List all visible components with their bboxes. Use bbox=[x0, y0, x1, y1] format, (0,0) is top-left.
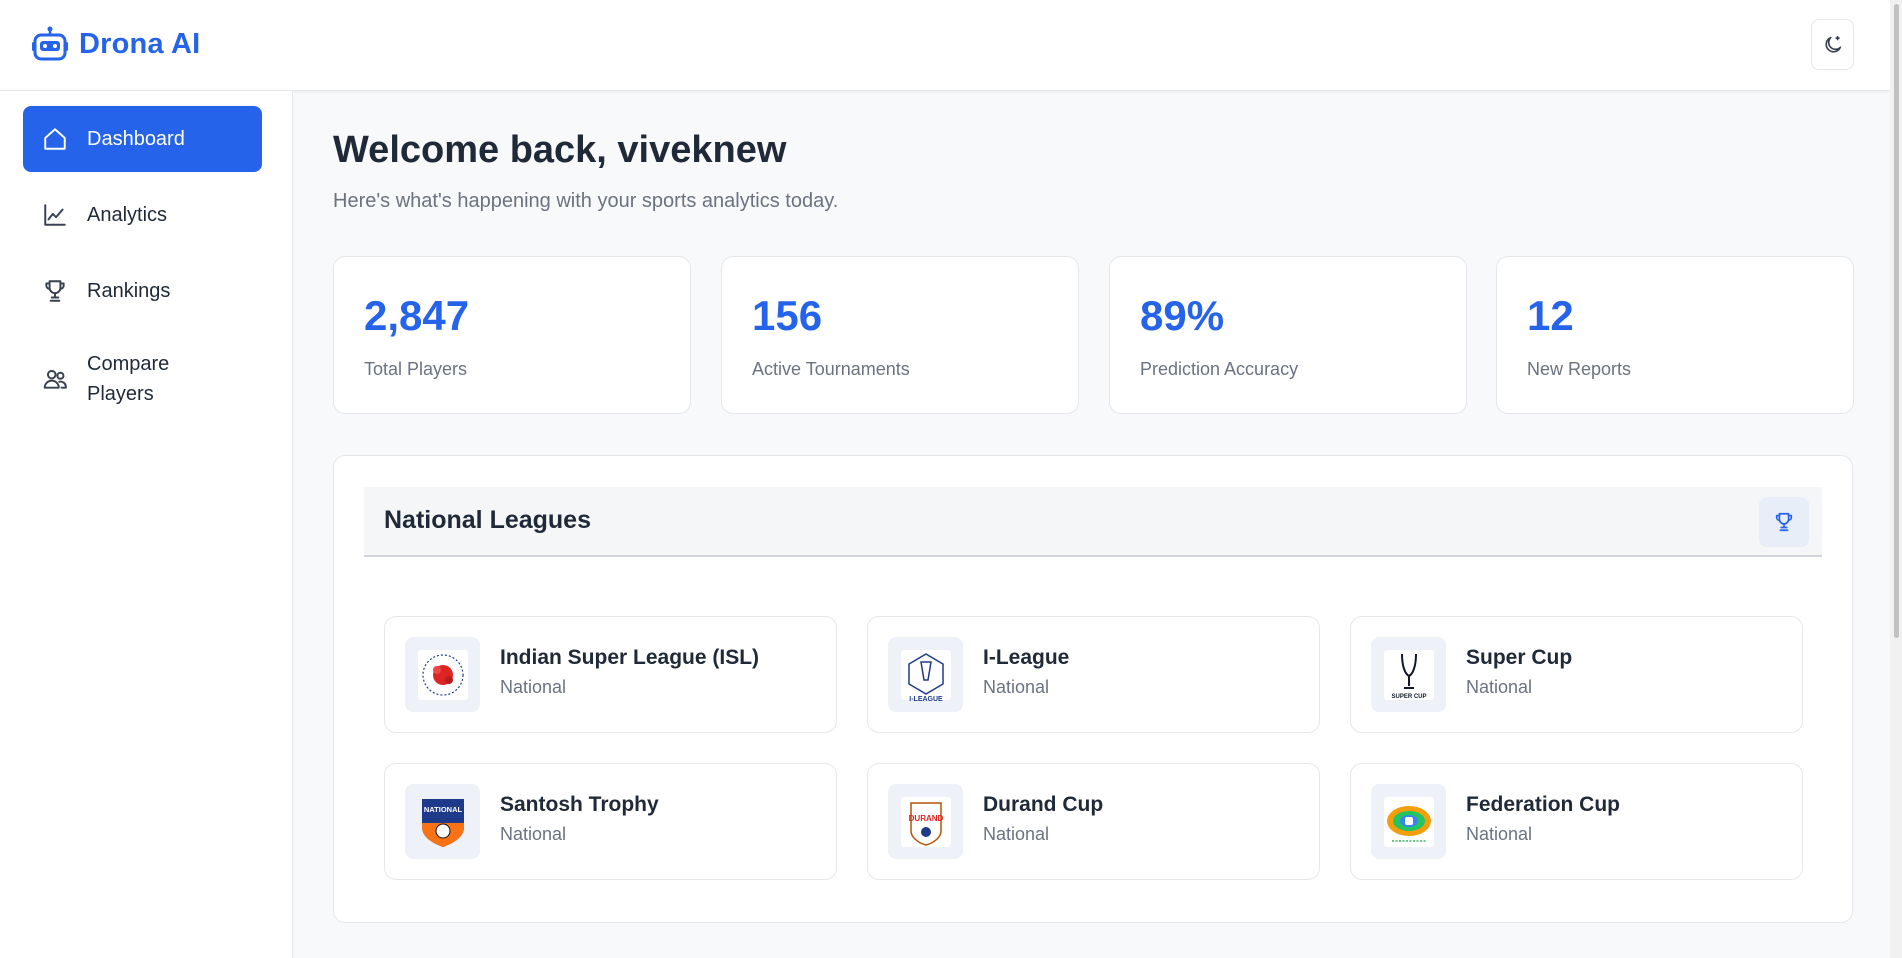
league-name: Federation Cup bbox=[1466, 793, 1621, 816]
brand[interactable]: Drona AI bbox=[31, 25, 200, 63]
sidebar-item-label: Dashboard bbox=[87, 128, 185, 150]
super-cup-logo: SUPER CUP bbox=[1371, 637, 1446, 712]
page-title: Welcome back, viveknew bbox=[333, 129, 787, 171]
svg-text:I-LEAGUE: I-LEAGUE bbox=[909, 696, 943, 703]
sidebar-item-rankings[interactable]: Rankings bbox=[23, 258, 262, 324]
league-type: National bbox=[1466, 824, 1533, 844]
league-type: National bbox=[1466, 677, 1533, 697]
federation-cup-logo bbox=[1371, 784, 1446, 859]
page-subtitle: Here's what's happening with your sports… bbox=[333, 190, 839, 212]
line-chart-icon bbox=[44, 204, 66, 226]
sidebar-item-compare-players[interactable]: Compare Players bbox=[23, 334, 262, 424]
theme-toggle-button[interactable] bbox=[1811, 19, 1854, 70]
sidebar-item-label: Analytics bbox=[87, 204, 168, 226]
league-name: Santosh Trophy bbox=[500, 793, 659, 816]
stat-card-new-reports: 12 New Reports bbox=[1496, 256, 1854, 414]
league-name: I-League bbox=[983, 646, 1070, 669]
panel-header: National Leagues bbox=[364, 487, 1822, 557]
i-league-logo: I-LEAGUE bbox=[888, 637, 963, 712]
main-content: Welcome back, viveknew Here's what's hap… bbox=[293, 91, 1890, 958]
stat-label: Active Tournaments bbox=[752, 359, 910, 379]
league-card-federation-cup[interactable]: Federation Cup National bbox=[1350, 763, 1803, 880]
league-card-durand-cup[interactable]: DURAND Durand Cup National bbox=[867, 763, 1320, 880]
league-card-i-league[interactable]: I-LEAGUE I-League National bbox=[867, 616, 1320, 733]
durand-cup-logo: DURAND bbox=[888, 784, 963, 859]
league-card-santosh-trophy[interactable]: NATIONAL Santosh Trophy National bbox=[384, 763, 837, 880]
svg-text:DURAND: DURAND bbox=[908, 814, 943, 823]
robot-icon bbox=[32, 26, 68, 61]
sidebar-item-analytics[interactable]: Analytics bbox=[23, 182, 262, 248]
stat-value: 89% bbox=[1140, 292, 1225, 339]
isl-logo bbox=[405, 637, 480, 712]
sidebar-item-label: Rankings bbox=[87, 280, 171, 302]
league-type: National bbox=[500, 824, 567, 844]
users-icon bbox=[43, 369, 67, 389]
league-card-super-cup[interactable]: SUPER CUP Super Cup National bbox=[1350, 616, 1803, 733]
sidebar-item-dashboard[interactable]: Dashboard bbox=[23, 106, 262, 172]
league-name: Super Cup bbox=[1466, 646, 1573, 669]
brand-name: Drona AI bbox=[79, 27, 201, 60]
stat-label: Prediction Accuracy bbox=[1140, 359, 1299, 379]
national-leagues-panel: National Leagues Indian Super League (IS… bbox=[333, 455, 1853, 923]
league-card-isl[interactable]: Indian Super League (ISL) National bbox=[384, 616, 837, 733]
stat-label: New Reports bbox=[1527, 359, 1632, 379]
stat-card-total-players: 2,847 Total Players bbox=[333, 256, 691, 414]
league-name: Durand Cup bbox=[983, 793, 1104, 816]
stat-label: Total Players bbox=[364, 359, 468, 379]
stat-card-active-tournaments: 156 Active Tournaments bbox=[721, 256, 1079, 414]
home-icon bbox=[44, 128, 66, 150]
league-name: Indian Super League (ISL) bbox=[500, 646, 760, 669]
stat-value: 12 bbox=[1527, 292, 1574, 339]
sidebar-item-label: Compare Players bbox=[87, 353, 170, 405]
section-title: National Leagues bbox=[384, 506, 591, 534]
trophy-button[interactable] bbox=[1759, 497, 1809, 547]
scrollbar-thumb[interactable] bbox=[1894, 4, 1899, 638]
league-type: National bbox=[983, 824, 1050, 844]
trophy-icon bbox=[1775, 512, 1793, 532]
stat-value: 2,847 bbox=[364, 292, 470, 339]
svg-text:SUPER CUP: SUPER CUP bbox=[1391, 694, 1426, 700]
moon-icon bbox=[1824, 35, 1841, 53]
sidebar: Dashboard Analytics Rankings Compare Pla… bbox=[0, 91, 293, 958]
stat-value: 156 bbox=[752, 292, 823, 339]
top-bar: Drona AI bbox=[0, 0, 1890, 91]
stat-card-prediction-accuracy: 89% Prediction Accuracy bbox=[1109, 256, 1467, 414]
trophy-icon bbox=[45, 280, 65, 302]
santosh-trophy-logo: NATIONAL bbox=[405, 784, 480, 859]
svg-text:NATIONAL: NATIONAL bbox=[423, 805, 462, 814]
league-type: National bbox=[500, 677, 567, 697]
league-type: National bbox=[983, 677, 1050, 697]
